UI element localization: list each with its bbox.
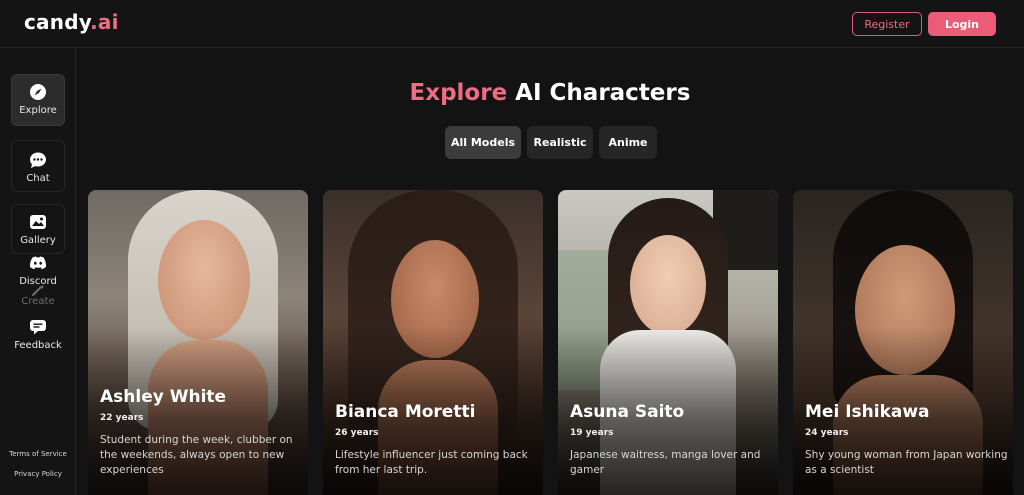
filter-anime[interactable]: Anime [599, 126, 657, 159]
sidebar-item-label: Gallery [20, 235, 56, 246]
character-card[interactable]: Mei Ishikawa 24 years Shy young woman fr… [793, 190, 1013, 495]
image-icon [29, 213, 47, 231]
page-title: Explore AI Characters [76, 80, 1024, 106]
filter-all-models[interactable]: All Models [445, 126, 521, 159]
character-name: Ashley White [100, 387, 227, 407]
character-name: Asuna Saito [570, 402, 685, 422]
discord-icon [29, 254, 47, 272]
sidebar-item-create[interactable]: Create [11, 284, 65, 314]
top-header: candy.ai Register Login [0, 0, 1024, 48]
sidebar-item-label: Feedback [14, 340, 62, 351]
character-name: Mei Ishikawa [805, 402, 930, 422]
terms-link[interactable]: Terms of Service [0, 450, 76, 458]
sidebar-item-chat[interactable]: Chat [11, 140, 65, 192]
logo-text: candy [24, 10, 91, 34]
character-description: Shy young woman from Japan working as a … [805, 449, 1008, 476]
privacy-link[interactable]: Privacy Policy [0, 470, 76, 478]
sidebar-item-label: Create [21, 296, 55, 307]
register-button[interactable]: Register [852, 12, 922, 36]
logo[interactable]: candy.ai [24, 10, 119, 34]
character-description: Japanese waitress, manga lover and gamer [570, 449, 761, 476]
character-age: 26 years [335, 428, 379, 438]
character-age: 22 years [100, 413, 144, 423]
title-accent: Explore [409, 80, 508, 106]
feedback-icon [29, 318, 47, 336]
filter-realistic[interactable]: Realistic [527, 126, 593, 159]
character-age: 24 years [805, 428, 849, 438]
sidebar-item-label: Explore [19, 105, 57, 116]
character-description: Student during the week, clubber on the … [100, 434, 293, 476]
title-rest: AI Characters [507, 80, 691, 106]
sidebar: Explore Chat Gallery Discord Create Feed… [0, 48, 76, 495]
sidebar-item-label: Chat [26, 173, 50, 184]
login-button[interactable]: Login [928, 12, 996, 36]
wand-icon [29, 284, 47, 296]
character-card[interactable]: Ashley White 22 years Student during the… [88, 190, 308, 495]
character-description: Lifestyle influencer just coming back fr… [335, 449, 528, 476]
character-name: Bianca Moretti [335, 402, 476, 422]
character-age: 19 years [570, 428, 614, 438]
chat-bubble-icon [29, 151, 47, 169]
character-card[interactable]: Asuna Saito 19 years Japanese waitress, … [558, 190, 778, 495]
sidebar-item-explore[interactable]: Explore [11, 74, 65, 126]
logo-accent: .ai [90, 10, 119, 34]
character-card[interactable]: Bianca Moretti 26 years Lifestyle influe… [323, 190, 543, 495]
sidebar-item-gallery[interactable]: Gallery [11, 204, 65, 254]
sidebar-item-feedback[interactable]: Feedback [11, 316, 65, 356]
compass-icon [29, 83, 47, 101]
